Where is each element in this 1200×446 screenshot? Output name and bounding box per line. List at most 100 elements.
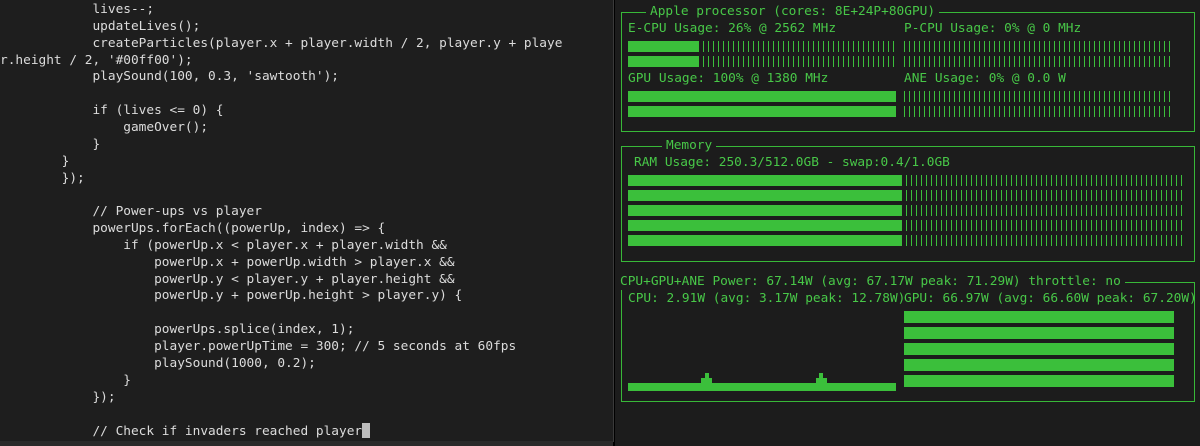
code-line-text: playSound(1000, 0.2); — [0, 355, 316, 371]
code-line-text: }); — [0, 170, 85, 186]
code-line-text: } — [0, 153, 70, 169]
gpu-power-level-bar — [904, 359, 1174, 371]
code-line-text: } — [0, 372, 131, 388]
code-line: lives--; — [0, 2, 154, 18]
code-line: powerUps.splice(index, 1); — [0, 322, 354, 338]
usage-bar-row — [904, 91, 1174, 102]
code-line-text: lives--; — [0, 2, 155, 17]
usage-bar-fill — [628, 205, 901, 216]
code-line: powerUp.y + powerUp.height > player.y) { — [0, 288, 462, 304]
usage-bar-row — [628, 205, 1186, 216]
usage-bar-row — [628, 91, 896, 102]
memory-title: Memory — [662, 138, 717, 154]
gpu-power-level-bar — [904, 375, 1174, 387]
usage-bar-track — [901, 205, 1186, 216]
usage-bar-row — [628, 235, 1186, 246]
usage-bar-fill — [628, 56, 698, 67]
usage-bar-row — [628, 190, 1186, 201]
gpu-usage-label: GPU Usage: 100% @ 1380 MHz — [628, 71, 829, 86]
gpu-power-level-bars — [904, 311, 1174, 391]
usage-bar-track — [901, 235, 1186, 246]
code-line: } — [0, 137, 100, 153]
usage-bar-row — [904, 41, 1174, 52]
code-line: playSound(100, 0.3, 'sawtooth'); — [0, 69, 339, 85]
usage-bar-fill — [628, 41, 698, 52]
code-line: // Power-ups vs player — [0, 204, 262, 220]
code-line: r.height / 2, '#00ff00'); — [0, 53, 193, 69]
usage-bar-track — [901, 220, 1186, 231]
usage-bar-row — [628, 41, 896, 52]
cpu-power-history-chart — [628, 311, 897, 391]
code-line-text: powerUp.x + powerUp.width > player.x && — [0, 254, 455, 270]
code-line: gameOver(); — [0, 120, 208, 136]
code-line: createParticles(player.x + player.width … — [0, 36, 562, 52]
ram-usage-label: RAM Usage: 250.3/512.0GB - swap:0.4/1.0G… — [634, 155, 950, 170]
usage-bar-track — [904, 106, 1174, 117]
power-title: CPU+GPU+ANE Power: 67.14W (avg: 67.17W p… — [616, 274, 1125, 290]
ecpu-usage-label: E-CPU Usage: 26% @ 2562 MHz — [628, 21, 837, 36]
code-line: powerUp.y < player.y + player.height && — [0, 271, 455, 288]
pcpu-usage-label: P-CPU Usage: 0% @ 0 MHz — [904, 21, 1082, 36]
usage-bar-track — [698, 56, 896, 67]
usage-bar-row — [904, 106, 1174, 117]
usage-bar-track — [904, 91, 1174, 102]
code-line-text: gameOver(); — [0, 119, 209, 135]
usage-bar-fill — [628, 106, 896, 117]
code-line-text: r.height / 2, '#00ff00'); — [0, 52, 193, 68]
code-line: if (powerUp.x < player.x + player.width … — [0, 238, 447, 254]
editor-bottom-strip — [0, 441, 613, 446]
usage-bar-track — [698, 41, 896, 52]
code-line-text: powerUps.splice(index, 1); — [0, 322, 355, 338]
code-line-text: }); — [0, 389, 116, 405]
code-line-text: if (powerUp.x < player.x + player.width … — [0, 237, 447, 253]
usage-bar-row — [904, 56, 1174, 67]
code-line: powerUp.x + powerUp.width > player.x && — [0, 254, 455, 271]
cpu-power-label: CPU: 2.91W (avg: 3.17W peak: 12.78W) — [628, 291, 906, 306]
usage-bar-row — [628, 175, 1186, 186]
processor-title: Apple processor (cores: 8E+24P+80GPU) — [646, 4, 940, 20]
code-line-text: powerUp.y < player.y + player.height && — [0, 271, 455, 287]
text-cursor — [362, 423, 371, 439]
ane-usage-label: ANE Usage: 0% @ 0.0 W — [904, 71, 1066, 86]
memory-panel: Memory RAM Usage: 250.3/512.0GB - swap:0… — [621, 138, 1195, 262]
usage-bar-fill — [628, 190, 901, 201]
usage-bar-track — [901, 175, 1186, 186]
code-line: playSound(1000, 0.2); — [0, 356, 316, 372]
code-line-text: playSound(100, 0.3, 'sawtooth'); — [0, 69, 339, 85]
code-line-text: if (lives <= 0) { — [0, 103, 224, 119]
code-line-text: // Power-ups vs player — [0, 204, 262, 220]
usage-bar-track — [904, 41, 1174, 52]
usage-bar-fill — [628, 235, 901, 246]
usage-bar-track — [901, 190, 1186, 201]
code-line-text: createParticles(player.x + player.width … — [0, 35, 563, 51]
code-line-text: // Check if invaders reached player — [0, 424, 363, 440]
usage-bar-row — [628, 220, 1186, 231]
gpu-power-level-bar — [904, 343, 1174, 355]
code-line-text: player.powerUpTime = 300; // 5 seconds a… — [0, 339, 517, 354]
usage-bar-row — [628, 106, 896, 117]
cpu-power-history-bar — [892, 383, 897, 391]
code-line-text: powerUp.y + powerUp.height > player.y) { — [0, 288, 463, 304]
gpu-power-label: GPU: 66.97W (avg: 66.60W peak: 67.20W) — [904, 291, 1197, 306]
code-line-text: powerUps.forEach((powerUp, index) => { — [0, 221, 386, 237]
code-editor[interactable]: lives--; updateLives(); createParticles(… — [0, 0, 614, 442]
power-panel: CPU+GPU+ANE Power: 67.14W (avg: 67.17W p… — [616, 274, 1197, 402]
code-line: powerUps.forEach((powerUp, index) => { — [0, 221, 385, 237]
code-line: updateLives(); — [0, 19, 200, 35]
code-line: player.powerUpTime = 300; // 5 seconds a… — [0, 339, 516, 355]
usage-bar-track — [904, 56, 1174, 67]
usage-bar-fill — [628, 220, 901, 231]
code-line: if (lives <= 0) { — [0, 103, 223, 119]
usage-bar-fill — [628, 91, 896, 102]
gpu-power-level-bar — [904, 327, 1174, 339]
code-line: }); — [0, 389, 116, 406]
code-line: } — [0, 153, 70, 170]
system-monitor: Apple processor (cores: 8E+24P+80GPU) E-… — [615, 0, 1200, 446]
gpu-power-level-bar — [904, 311, 1174, 323]
code-line-text: } — [0, 136, 101, 152]
usage-bar-row — [628, 56, 896, 67]
code-line: }); — [0, 171, 85, 187]
usage-bar-fill — [628, 175, 901, 186]
code-line: } — [0, 373, 131, 389]
processor-panel: Apple processor (cores: 8E+24P+80GPU) E-… — [621, 4, 1195, 132]
